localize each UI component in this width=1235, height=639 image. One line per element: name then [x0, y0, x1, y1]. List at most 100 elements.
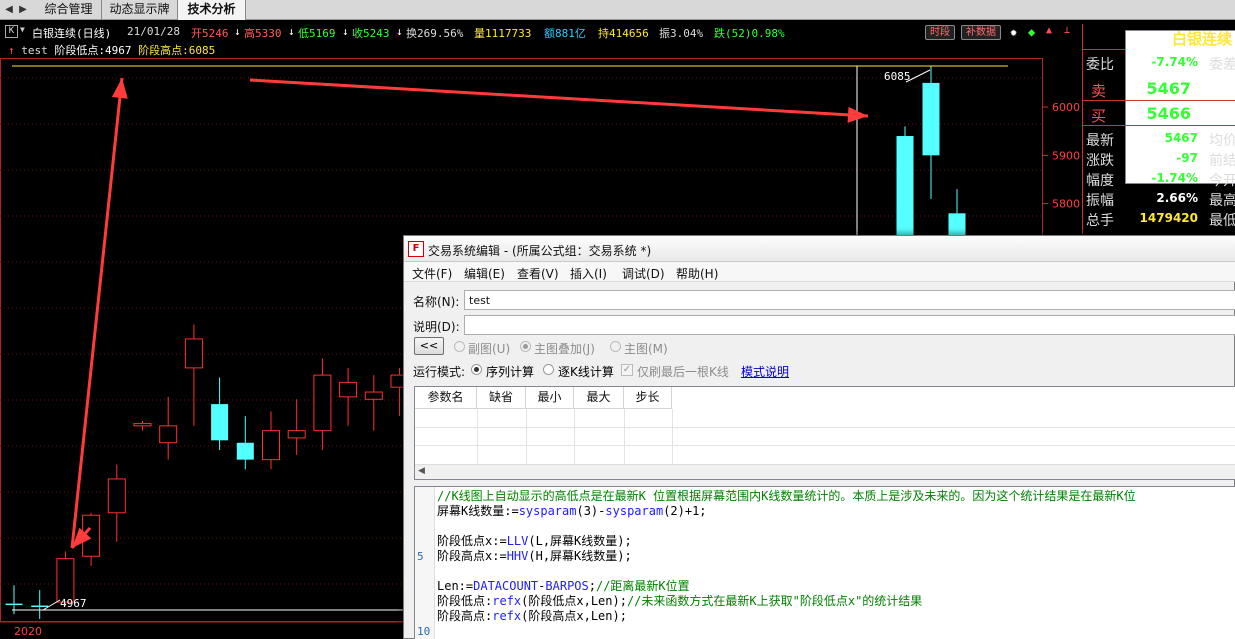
quote-row: 幅度 -1.74% 今开	[1083, 168, 1235, 189]
code-line[interactable]: 阶段低点x:=LLV(L,屏幕K线数量);	[437, 534, 632, 549]
menu-help[interactable]: 帮助(H)	[676, 265, 718, 282]
change-value: 跌(52)0.98%	[714, 27, 785, 40]
scroll-left-icon[interactable]: ◀	[418, 466, 425, 476]
bar-date: 21/01/28	[127, 25, 180, 38]
code-line[interactable]: 阶段高点:refx(阶段高点x,Len);	[437, 609, 627, 624]
menu-view[interactable]: 查看(V)	[517, 265, 559, 282]
candle-body	[313, 374, 332, 432]
price-tick-label: 5900	[1052, 149, 1080, 162]
chevron-down-icon[interactable]: ▼	[20, 25, 25, 34]
quote-row-value: 5467	[1164, 131, 1198, 145]
trading-app: ◀ ▶ 综合管理 动态显示牌 技术分析 K ▼ 白银连续(日线) 21/01/2…	[0, 0, 1235, 639]
candle-body	[159, 425, 178, 444]
menu-file[interactable]: 文件(F)	[412, 265, 452, 282]
menu-edit[interactable]: 编辑(E)	[464, 265, 505, 282]
quote-row: 委比 -7.74% 委差	[1083, 52, 1235, 73]
description-input[interactable]	[464, 315, 1235, 335]
radio-main-chart[interactable]	[610, 341, 621, 352]
up-arrow-icon: ↑	[8, 44, 15, 57]
candle-body	[339, 381, 358, 398]
open-interest: 持414656	[598, 27, 649, 40]
formula-icon: F	[408, 241, 424, 257]
down-arrow-icon: ↓	[396, 25, 403, 38]
code-line[interactable]: Len:=DATACOUNT-BARPOS;//距离最新K位置	[437, 579, 690, 594]
annotation-arrow-right-shaft	[249, 78, 869, 118]
low-marker-label: 4967	[60, 597, 87, 610]
mode-help-link[interactable]: 模式说明	[741, 363, 789, 380]
candle-body	[184, 338, 203, 369]
refresh-last-bar-label: 仅刷最后一根K线	[637, 365, 729, 379]
radio-sub-chart[interactable]	[454, 341, 465, 352]
quote-row-value: 5467	[1146, 79, 1191, 98]
quote-row-label-secondary: 今开	[1209, 173, 1235, 189]
indicator-legend: ↑ test 阶段低点:4967 阶段高点:6085	[8, 42, 215, 58]
k-period-icon[interactable]: K	[5, 25, 18, 38]
tab-general-management[interactable]: 综合管理	[36, 0, 102, 20]
tab-scroll-right-icon[interactable]: ▶	[16, 3, 30, 17]
quote-row-value: 2.66%	[1156, 191, 1198, 205]
code-line[interactable]: 屏幕K线数量:=sysparam(3)-sysparam(2)+1;	[437, 504, 707, 519]
param-header-max: 最大	[574, 387, 624, 409]
table-col-divider	[672, 409, 673, 465]
price-tick-label: 5800	[1052, 198, 1080, 211]
radio-main-overlay-label: 主图叠加(J)	[534, 342, 595, 356]
amplitude: 振3.04%	[659, 27, 704, 40]
high-price: 高5330	[244, 27, 282, 40]
code-line[interactable]: 阶段低点:refx(阶段低点x,Len);//未来函数方式在最新K上获取"阶段低…	[437, 594, 922, 609]
menu-debug[interactable]: 调试(D)	[622, 265, 665, 282]
quote-row-value: 1479420	[1139, 211, 1198, 225]
code-line[interactable]: 阶段高点x:=HHV(H,屏幕K线数量);	[437, 549, 632, 564]
candle-body	[287, 430, 306, 439]
candle-body	[211, 404, 229, 441]
quote-row: 涨跌 -97 前结	[1083, 148, 1235, 169]
radio-sub-chart-label: 副图(U)	[468, 342, 511, 356]
time-segment-button[interactable]: 时段	[925, 25, 955, 40]
table-col-divider	[574, 409, 575, 465]
candle-body	[236, 442, 254, 460]
parameter-table[interactable]: 参数名 缺省 最小 最大 步长 ◀	[414, 386, 1235, 480]
param-header-step: 步长	[624, 387, 672, 409]
collapse-button[interactable]: <<	[414, 337, 444, 355]
dialog-title: 交易系统编辑 - (所属公式组：交易系统 *)	[428, 244, 652, 258]
radio-per-bar-calc[interactable]	[543, 364, 554, 375]
quote-row-label: 涨跌	[1086, 153, 1114, 169]
dialog-titlebar[interactable]: F 交易系统编辑 - (所属公式组：交易系统 *)	[404, 236, 1235, 262]
formula-code-editor[interactable]: //K线图上自动显示的高低点是在最新K 位置根据屏幕范围内K线数量统计的。本质上…	[414, 486, 1235, 639]
refresh-last-bar-checkbox[interactable]: ✓	[621, 364, 633, 376]
candle-body	[31, 605, 49, 608]
settings-gear-icon[interactable]: ✹	[1010, 25, 1017, 39]
high-point-label: 阶段高点:6085	[138, 44, 216, 57]
param-header-name: 参数名	[415, 387, 477, 409]
tab-dynamic-board[interactable]: 动态显示牌	[102, 0, 178, 20]
down-arrow-icon: ↓	[288, 25, 295, 38]
close-price: 收5243	[352, 27, 390, 40]
table-col-divider	[624, 409, 625, 465]
quote-row-label: 总手	[1086, 213, 1114, 229]
tab-scroll-left-icon[interactable]: ◀	[2, 3, 16, 17]
table-row[interactable]	[415, 445, 1235, 446]
horizontal-scrollbar[interactable]: ◀	[415, 464, 1235, 479]
up-triangle-icon[interactable]: ▲	[1046, 25, 1052, 36]
contract-name: 白银连续	[1172, 30, 1233, 48]
quote-row-label-secondary: 前结	[1209, 153, 1235, 169]
pin-icon[interactable]: ⊥	[1064, 25, 1070, 36]
annotation-arrow-right-head	[847, 106, 868, 123]
tab-technical-analysis[interactable]: 技术分析	[178, 0, 246, 20]
menu-insert[interactable]: 插入(I)	[570, 265, 607, 282]
run-mode-label: 运行模式:	[413, 365, 466, 379]
name-input[interactable]	[464, 290, 1235, 310]
trading-system-editor-dialog: F 交易系统编辑 - (所属公式组：交易系统 *) 文件(F) 编辑(E) 查看…	[403, 235, 1235, 639]
quote-row: 最新 5467 均价	[1083, 128, 1235, 149]
diamond-icon[interactable]: ◆	[1028, 25, 1035, 39]
radio-main-overlay[interactable]	[520, 341, 531, 352]
line-number-gutter	[415, 487, 435, 639]
radio-sequence-calc[interactable]	[471, 364, 482, 375]
fill-data-button[interactable]: 补数据	[961, 25, 1001, 40]
code-line[interactable]: //K线图上自动显示的高低点是在最新K 位置根据屏幕范围内K线数量统计的。本质上…	[437, 489, 1136, 504]
quote-row: 卖 5467	[1083, 77, 1235, 101]
table-row[interactable]	[415, 427, 1235, 428]
candle-body	[262, 430, 280, 461]
quote-row-label-secondary: 最低	[1209, 213, 1235, 229]
name-label: 名称(N):	[413, 295, 460, 309]
quote-row-label: 买	[1091, 107, 1107, 125]
